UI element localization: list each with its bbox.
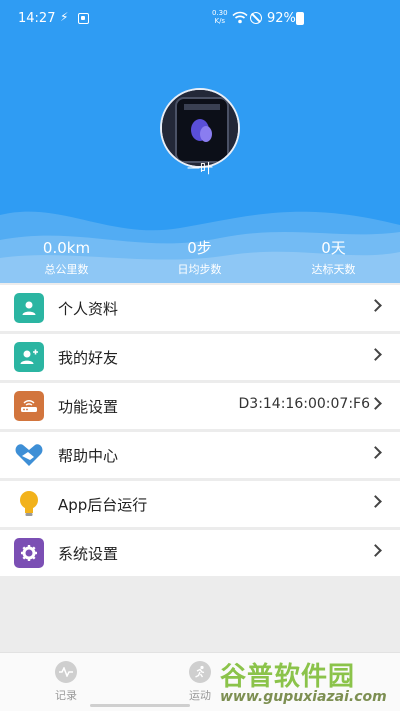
stat-daily-steps: 0步 日均步数 <box>133 238 266 278</box>
chevron-right-icon <box>369 495 382 508</box>
menu-label: 个人资料 <box>58 300 119 318</box>
device-mac-address: D3:14:16:00:07:F6 <box>238 396 371 412</box>
stat-value: 0步 <box>187 239 212 257</box>
network-speed-value: 0.30 <box>212 9 228 17</box>
gesture-navigation-bar <box>90 704 190 707</box>
stat-label: 达标天数 <box>311 263 356 276</box>
wifi-icon <box>232 11 248 24</box>
menu-item-function-settings[interactable]: 功能设置 D3:14:16:00:07:F6 <box>0 383 400 429</box>
stat-total-km: 0.0km 总公里数 <box>0 238 133 278</box>
lightbulb-icon <box>14 489 44 519</box>
profile-header: 14:27 ⚡ 0.30 K/s 92% 一叶 0.0km 总公里数 0步 日均… <box>0 0 400 283</box>
status-time: 14:27 <box>18 11 56 26</box>
watermark-url: www.gupuxiazai.com <box>220 689 387 705</box>
menu-item-system-settings[interactable]: 系统设置 <box>0 530 400 576</box>
tab-label: 运动 <box>189 689 211 702</box>
gear-icon <box>14 538 44 568</box>
stat-label: 总公里数 <box>44 263 89 276</box>
do-not-disturb-icon <box>250 12 262 24</box>
menu-label: 系统设置 <box>58 545 119 563</box>
menu-item-help-center[interactable]: 帮助中心 <box>0 432 400 478</box>
menu-item-background-run[interactable]: App后台运行 <box>0 481 400 527</box>
notification-icon <box>78 13 89 24</box>
network-speed: 0.30 K/s <box>212 9 228 25</box>
menu-label: 功能设置 <box>58 398 119 416</box>
network-speed-unit: K/s <box>214 17 226 25</box>
chevron-right-icon <box>369 299 382 312</box>
running-icon <box>189 661 211 683</box>
router-icon <box>14 391 44 421</box>
stat-value: 0天 <box>321 239 346 257</box>
watermark: 谷普软件园 www.gupuxiazai.com <box>220 656 400 711</box>
stat-goal-days: 0天 达标天数 <box>267 238 400 278</box>
menu-label: 帮助中心 <box>58 447 119 465</box>
chevron-right-icon <box>369 348 382 361</box>
menu-label: 我的好友 <box>58 349 119 367</box>
stat-label: 日均步数 <box>177 263 222 276</box>
stats-row: 0.0km 总公里数 0步 日均步数 0天 达标天数 <box>0 238 400 280</box>
chevron-right-icon <box>369 446 382 459</box>
battery-icon <box>296 12 304 25</box>
menu-item-profile[interactable]: 个人资料 <box>0 285 400 331</box>
chevron-right-icon <box>369 544 382 557</box>
status-bar: 14:27 ⚡ 0.30 K/s 92% <box>0 9 400 30</box>
chevron-right-icon <box>369 397 382 410</box>
menu-item-friends[interactable]: 我的好友 <box>0 334 400 380</box>
add-friend-icon <box>14 342 44 372</box>
handshake-heart-icon <box>14 440 44 470</box>
tab-record[interactable]: 记录 <box>36 661 96 703</box>
username: 一叶 <box>186 162 213 177</box>
stat-value: 0.0km <box>42 239 91 257</box>
user-icon <box>14 293 44 323</box>
tab-label: 记录 <box>55 689 77 702</box>
avatar[interactable] <box>160 88 240 168</box>
charging-bolt-icon: ⚡ <box>60 10 69 24</box>
watermark-brand: 谷普软件园 <box>220 662 356 692</box>
menu-label: App后台运行 <box>58 496 148 514</box>
activity-icon <box>55 661 77 683</box>
battery-percent: 92% <box>267 11 296 26</box>
